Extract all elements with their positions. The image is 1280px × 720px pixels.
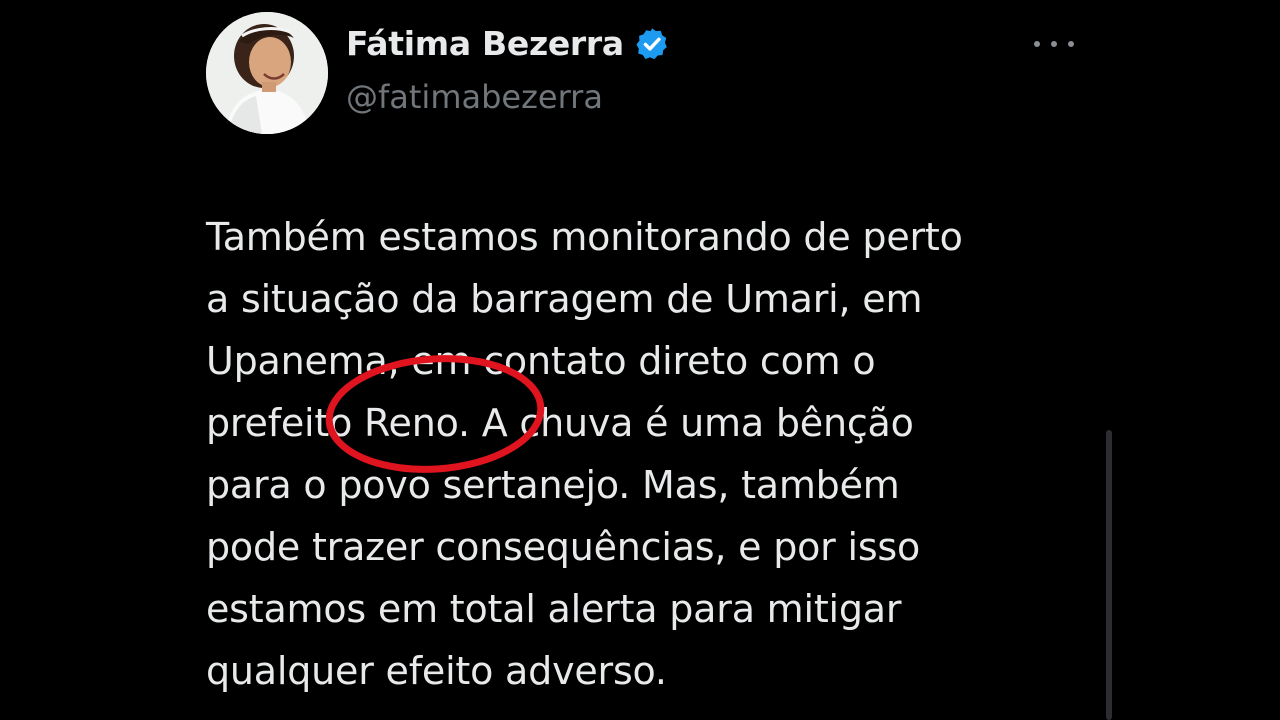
tweet-text-line: estamos em total alerta para mitigar [206,587,902,631]
avatar[interactable] [206,12,328,134]
author-name-row: Fátima Bezerra [346,24,670,63]
profile-photo [206,12,328,134]
author-handle[interactable]: @fatimabezerra [346,78,603,116]
scrollbar[interactable] [1106,430,1112,720]
more-horizontal-icon[interactable] [1034,32,1074,56]
more-dot-icon [1051,41,1057,47]
more-dot-icon [1034,41,1040,47]
tweet-text-line: Também estamos monitorando de perto [206,215,963,259]
tweet-text-line: pode trazer consequências, e por isso [206,525,921,569]
verified-badge-icon[interactable] [634,26,670,62]
tweet-text-line: a situação da barragem de Umari, em [206,277,923,321]
tweet-text-line: Upanema, em contato direto com o [206,339,876,383]
tweet-text: Também estamos monitorando de perto a si… [206,206,1086,702]
tweet-text-line: prefeito Reno. A chuva é uma bênção [206,401,914,445]
author-display-name[interactable]: Fátima Bezerra [346,24,624,63]
tweet-text-line: para o povo sertanejo. Mas, também [206,463,900,507]
more-dot-icon [1068,41,1074,47]
tweet-text-line: qualquer efeito adverso. [206,649,667,693]
